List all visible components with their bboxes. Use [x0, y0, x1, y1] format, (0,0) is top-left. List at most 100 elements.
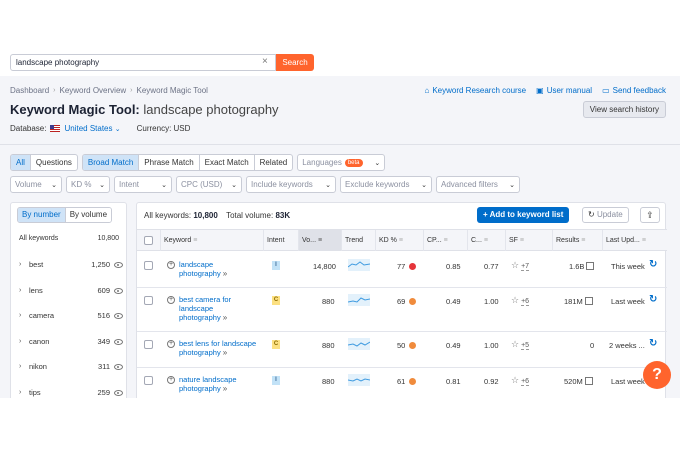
double-chevron-icon[interactable]: »: [223, 313, 227, 322]
keyword-link[interactable]: best camera for landscape photography »: [179, 295, 269, 322]
eye-icon[interactable]: [114, 338, 123, 345]
select-all-checkbox[interactable]: [144, 236, 153, 245]
cpc-filter[interactable]: CPC (USD) ⌄: [176, 176, 242, 193]
keyword-link[interactable]: nature landscape photography »: [179, 375, 269, 393]
double-chevron-icon[interactable]: »: [223, 384, 227, 393]
add-keyword-icon[interactable]: +: [167, 340, 175, 348]
double-chevron-icon[interactable]: »: [223, 269, 227, 278]
currency-label: Currency: USD: [136, 124, 191, 133]
refresh-icon[interactable]: ↻: [649, 294, 657, 305]
clear-search-icon[interactable]: ×: [262, 56, 268, 68]
tab-by-volume[interactable]: By volume: [65, 208, 112, 222]
add-keyword-icon[interactable]: +: [167, 261, 175, 269]
add-keyword-icon[interactable]: +: [167, 296, 175, 304]
refresh-icon[interactable]: ↻: [649, 338, 657, 349]
eye-icon[interactable]: [114, 389, 123, 396]
group-item-camera[interactable]: › camera 516: [19, 311, 123, 320]
advanced-filters-dropdown[interactable]: Advanced filters ⌄: [436, 176, 520, 193]
serp-features[interactable]: ☆ +7: [511, 260, 530, 271]
serp-features[interactable]: ☆ +5: [511, 339, 530, 350]
help-button[interactable]: ?: [643, 361, 671, 389]
col-keyword[interactable]: Keyword ≡: [161, 230, 264, 251]
eye-icon[interactable]: [114, 312, 123, 319]
send-feedback-link[interactable]: ▭ Send feedback: [602, 86, 666, 95]
tab-questions[interactable]: Questions: [31, 155, 77, 170]
breadcrumb-dashboard[interactable]: Dashboard: [10, 86, 49, 95]
group-item-best[interactable]: › best 1,250: [19, 260, 123, 269]
row-checkbox[interactable]: [144, 296, 153, 305]
update-button-label: Update: [596, 210, 623, 219]
add-keyword-icon[interactable]: +: [167, 376, 175, 384]
tab-phrase-match[interactable]: Phrase Match: [139, 155, 200, 170]
chevron-right-icon: ›: [19, 338, 22, 345]
eye-icon[interactable]: [114, 363, 123, 370]
keyword-link[interactable]: best lens for landscape photography »: [179, 339, 274, 357]
exclude-keywords-filter[interactable]: Exclude keywords ⌄: [340, 176, 432, 193]
trend-sparkline: [348, 374, 370, 386]
col-intent[interactable]: Intent: [264, 230, 299, 251]
tab-all[interactable]: All: [11, 155, 31, 170]
update-button[interactable]: ↻ Update: [582, 207, 629, 223]
tab-by-number[interactable]: By number: [18, 208, 66, 222]
keyword-research-course-link[interactable]: ⌂ Keyword Research course: [424, 86, 526, 95]
tab-exact-match[interactable]: Exact Match: [200, 155, 255, 170]
results-value[interactable]: 520M: [564, 377, 593, 386]
row-checkbox[interactable]: [144, 261, 153, 270]
col-label: Results: [556, 237, 580, 244]
star-icon: ☆: [511, 339, 520, 349]
kd-filter[interactable]: KD % ⌄: [66, 176, 110, 193]
tab-broad-match[interactable]: Broad Match: [82, 155, 140, 170]
filter-label: Intent: [119, 180, 140, 189]
col-label: Last Upd...: [606, 237, 640, 244]
search-button[interactable]: Search: [276, 54, 314, 71]
breadcrumb-keyword-overview[interactable]: Keyword Overview: [59, 86, 126, 95]
intent-badge[interactable]: I: [272, 376, 280, 385]
intent-badge[interactable]: I: [272, 261, 280, 270]
export-button[interactable]: ⇪: [640, 207, 660, 223]
view-search-history-button[interactable]: View search history: [582, 101, 666, 118]
double-chevron-icon[interactable]: »: [223, 348, 227, 357]
languages-label: Languages: [302, 158, 342, 167]
results-value[interactable]: 0: [590, 341, 594, 350]
eye-icon[interactable]: [114, 287, 123, 294]
col-kd[interactable]: KD % ≡: [376, 230, 424, 251]
results-value[interactable]: 1.6B: [569, 262, 595, 271]
row-checkbox[interactable]: [144, 376, 153, 385]
group-item-canon[interactable]: › canon 349: [19, 337, 123, 346]
group-item-nikon[interactable]: › nikon 311: [19, 362, 123, 371]
col-label: Keyword: [164, 237, 192, 244]
serp-features[interactable]: ☆ +6: [511, 375, 530, 386]
star-icon: ☆: [511, 295, 520, 305]
competition-value: 0.77: [484, 262, 499, 271]
refresh-icon[interactable]: ↻: [649, 259, 657, 270]
page-title-keyword: landscape photography: [143, 102, 279, 117]
all-keywords-group[interactable]: All keywords 10,800: [19, 235, 119, 242]
row-checkbox[interactable]: [144, 340, 153, 349]
intent-badge[interactable]: C: [272, 296, 280, 305]
col-results[interactable]: Results ≡: [553, 230, 603, 251]
keyword-link[interactable]: landscape photography »: [179, 260, 269, 278]
tab-related[interactable]: Related: [255, 155, 293, 170]
col-trend[interactable]: Trend: [342, 230, 376, 251]
last-update-value: This week: [611, 262, 645, 271]
intent-filter[interactable]: Intent ⌄: [114, 176, 172, 193]
results-value[interactable]: 181M: [564, 297, 593, 306]
eye-icon[interactable]: [114, 261, 123, 268]
search-input[interactable]: landscape photography: [10, 54, 276, 71]
user-manual-link[interactable]: ▣ User manual: [536, 86, 592, 95]
group-item-lens[interactable]: › lens 609: [19, 286, 123, 295]
group-count: 259: [97, 388, 110, 397]
intent-badge[interactable]: C: [272, 340, 280, 349]
col-serp-features[interactable]: SF ≡: [506, 230, 553, 251]
col-last-update[interactable]: Last Upd... ≡: [603, 230, 667, 251]
languages-dropdown[interactable]: Languages beta ⌄: [297, 154, 386, 171]
serp-features[interactable]: ☆ +6: [511, 295, 530, 306]
include-keywords-filter[interactable]: Include keywords ⌄: [246, 176, 336, 193]
database-select[interactable]: United States ⌄: [64, 124, 120, 133]
add-to-keyword-list-button[interactable]: + Add to keyword list: [477, 207, 570, 223]
col-volume[interactable]: Vo... ≡: [299, 230, 342, 251]
volume-filter[interactable]: Volume ⌄: [10, 176, 62, 193]
group-item-tips[interactable]: › tips 259: [19, 388, 123, 397]
col-cpc[interactable]: CP... ≡: [424, 230, 468, 251]
col-competition[interactable]: C... ≡: [468, 230, 506, 251]
